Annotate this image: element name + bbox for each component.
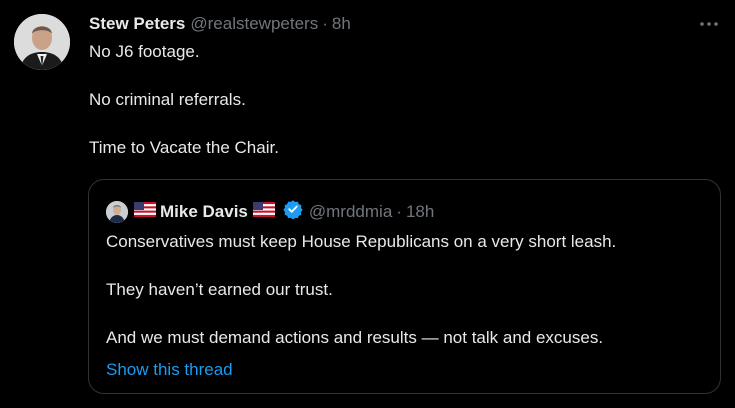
tweet-line: No J6 footage. (89, 42, 200, 61)
us-flag-icon (134, 201, 156, 223)
quoted-tweet-header: Mike Davis @mrddmia · 18h (106, 199, 434, 225)
author-handle[interactable]: @realstewpeters (190, 13, 318, 35)
tweet-timestamp[interactable]: 8h (332, 13, 351, 35)
quoted-author-handle[interactable]: @mrddmia (309, 201, 392, 223)
avatar-photo (106, 201, 128, 223)
show-thread-link[interactable]: Show this thread (106, 358, 233, 382)
us-flag-icon (252, 201, 275, 223)
tweet-header: Stew Peters @realstewpeters · 8h (89, 13, 351, 35)
quoted-author-name[interactable]: Mike Davis (160, 201, 248, 223)
quoted-tweet-timestamp[interactable]: 18h (406, 201, 434, 223)
tweet-text: No J6 footage. No criminal referrals. Ti… (89, 40, 719, 160)
more-options-icon[interactable] (697, 12, 721, 36)
separator-dot: · (396, 202, 402, 221)
quoted-tweet-line: Conservatives must keep House Republican… (106, 232, 617, 251)
author-avatar[interactable] (14, 14, 70, 70)
quoted-tweet[interactable]: Mike Davis @mrddmia · 18h Conservatives … (88, 179, 721, 394)
author-name[interactable]: Stew Peters (89, 13, 185, 35)
quoted-tweet-line: And we must demand actions and results —… (106, 328, 604, 347)
quoted-tweet-text: Conservatives must keep House Republican… (106, 230, 706, 350)
quoted-author-avatar[interactable] (106, 201, 128, 223)
separator-dot: · (322, 14, 328, 33)
quoted-tweet-line: They haven’t earned our trust. (106, 280, 333, 299)
verified-badge-icon (283, 199, 303, 225)
avatar-photo (14, 14, 70, 70)
tweet-line: No criminal referrals. (89, 90, 246, 109)
tweet-line: Time to Vacate the Chair. (89, 138, 279, 157)
